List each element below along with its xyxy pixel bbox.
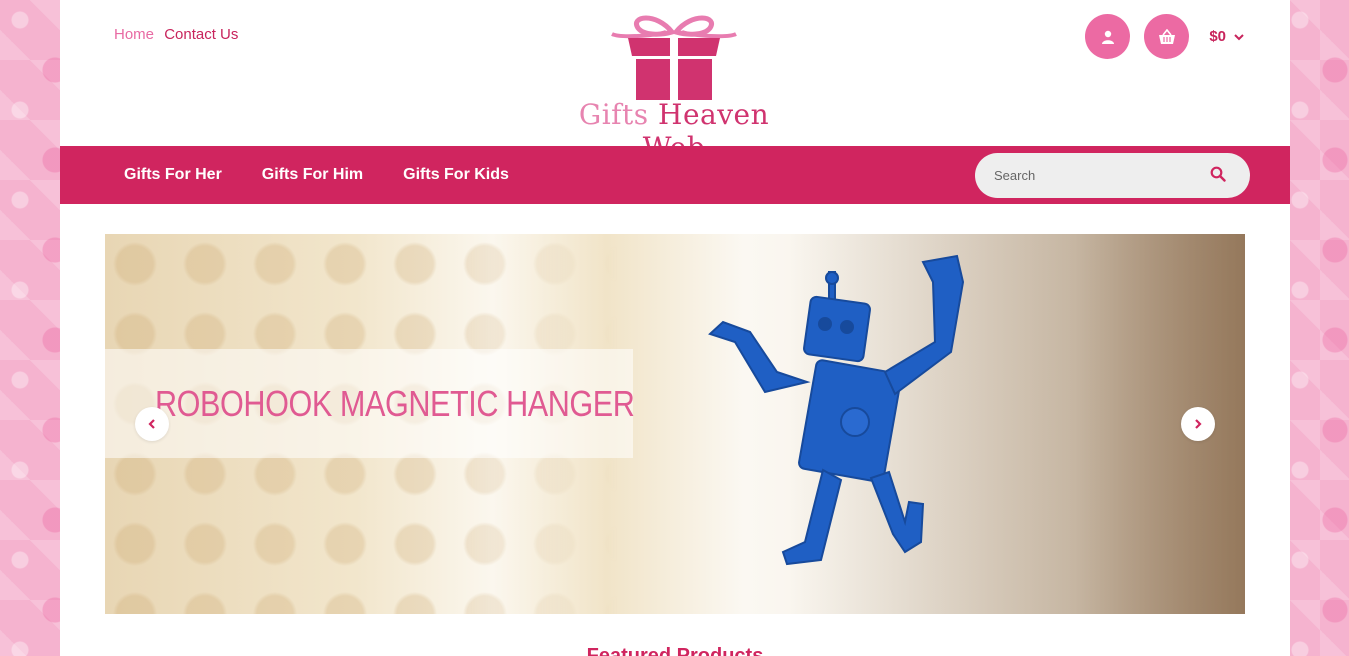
hero-slider: ROBOHOOK MAGNETIC HANGER bbox=[105, 234, 1245, 614]
cart-total-amount: $0 bbox=[1209, 28, 1226, 45]
page-container: Home Contact Us Gifts Heaven Web bbox=[60, 0, 1290, 656]
cart-total-dropdown[interactable]: $0 bbox=[1209, 28, 1244, 45]
site-logo[interactable]: Gifts Heaven Web bbox=[546, 10, 802, 164]
search-bar bbox=[975, 153, 1250, 198]
cart-button[interactable] bbox=[1144, 14, 1190, 59]
search-input[interactable] bbox=[994, 168, 1204, 183]
robot-hanger-image bbox=[708, 254, 965, 566]
search-icon bbox=[1210, 166, 1226, 182]
top-links: Home Contact Us bbox=[114, 26, 244, 43]
home-link[interactable]: Home bbox=[114, 26, 154, 43]
slider-prev-button[interactable] bbox=[135, 407, 169, 441]
basket-icon bbox=[1158, 28, 1175, 44]
gift-box-icon bbox=[611, 15, 737, 100]
contact-us-link[interactable]: Contact Us bbox=[164, 26, 238, 43]
account-button[interactable] bbox=[1085, 14, 1131, 59]
slide-caption: ROBOHOOK MAGNETIC HANGER bbox=[105, 349, 635, 458]
nav-item-gifts-for-her[interactable]: Gifts For Her bbox=[124, 166, 222, 184]
nav-menu: Gifts For Her Gifts For Him Gifts For Ki… bbox=[124, 146, 549, 204]
header-actions: $0 bbox=[1071, 14, 1244, 59]
chevron-down-icon bbox=[1234, 33, 1244, 40]
slider-next-button[interactable] bbox=[1181, 407, 1215, 441]
main-navbar: Gifts For Her Gifts For Him Gifts For Ki… bbox=[60, 146, 1290, 204]
nav-item-gifts-for-kids[interactable]: Gifts For Kids bbox=[403, 166, 509, 184]
search-button[interactable] bbox=[1210, 166, 1226, 187]
nav-item-gifts-for-him[interactable]: Gifts For Him bbox=[262, 166, 363, 184]
user-icon bbox=[1101, 30, 1114, 44]
chevron-right-icon bbox=[1195, 419, 1202, 429]
chevron-left-icon bbox=[148, 419, 155, 429]
slide-title: ROBOHOOK MAGNETIC HANGER bbox=[155, 383, 635, 424]
featured-products-heading: Featured Products bbox=[586, 645, 764, 656]
